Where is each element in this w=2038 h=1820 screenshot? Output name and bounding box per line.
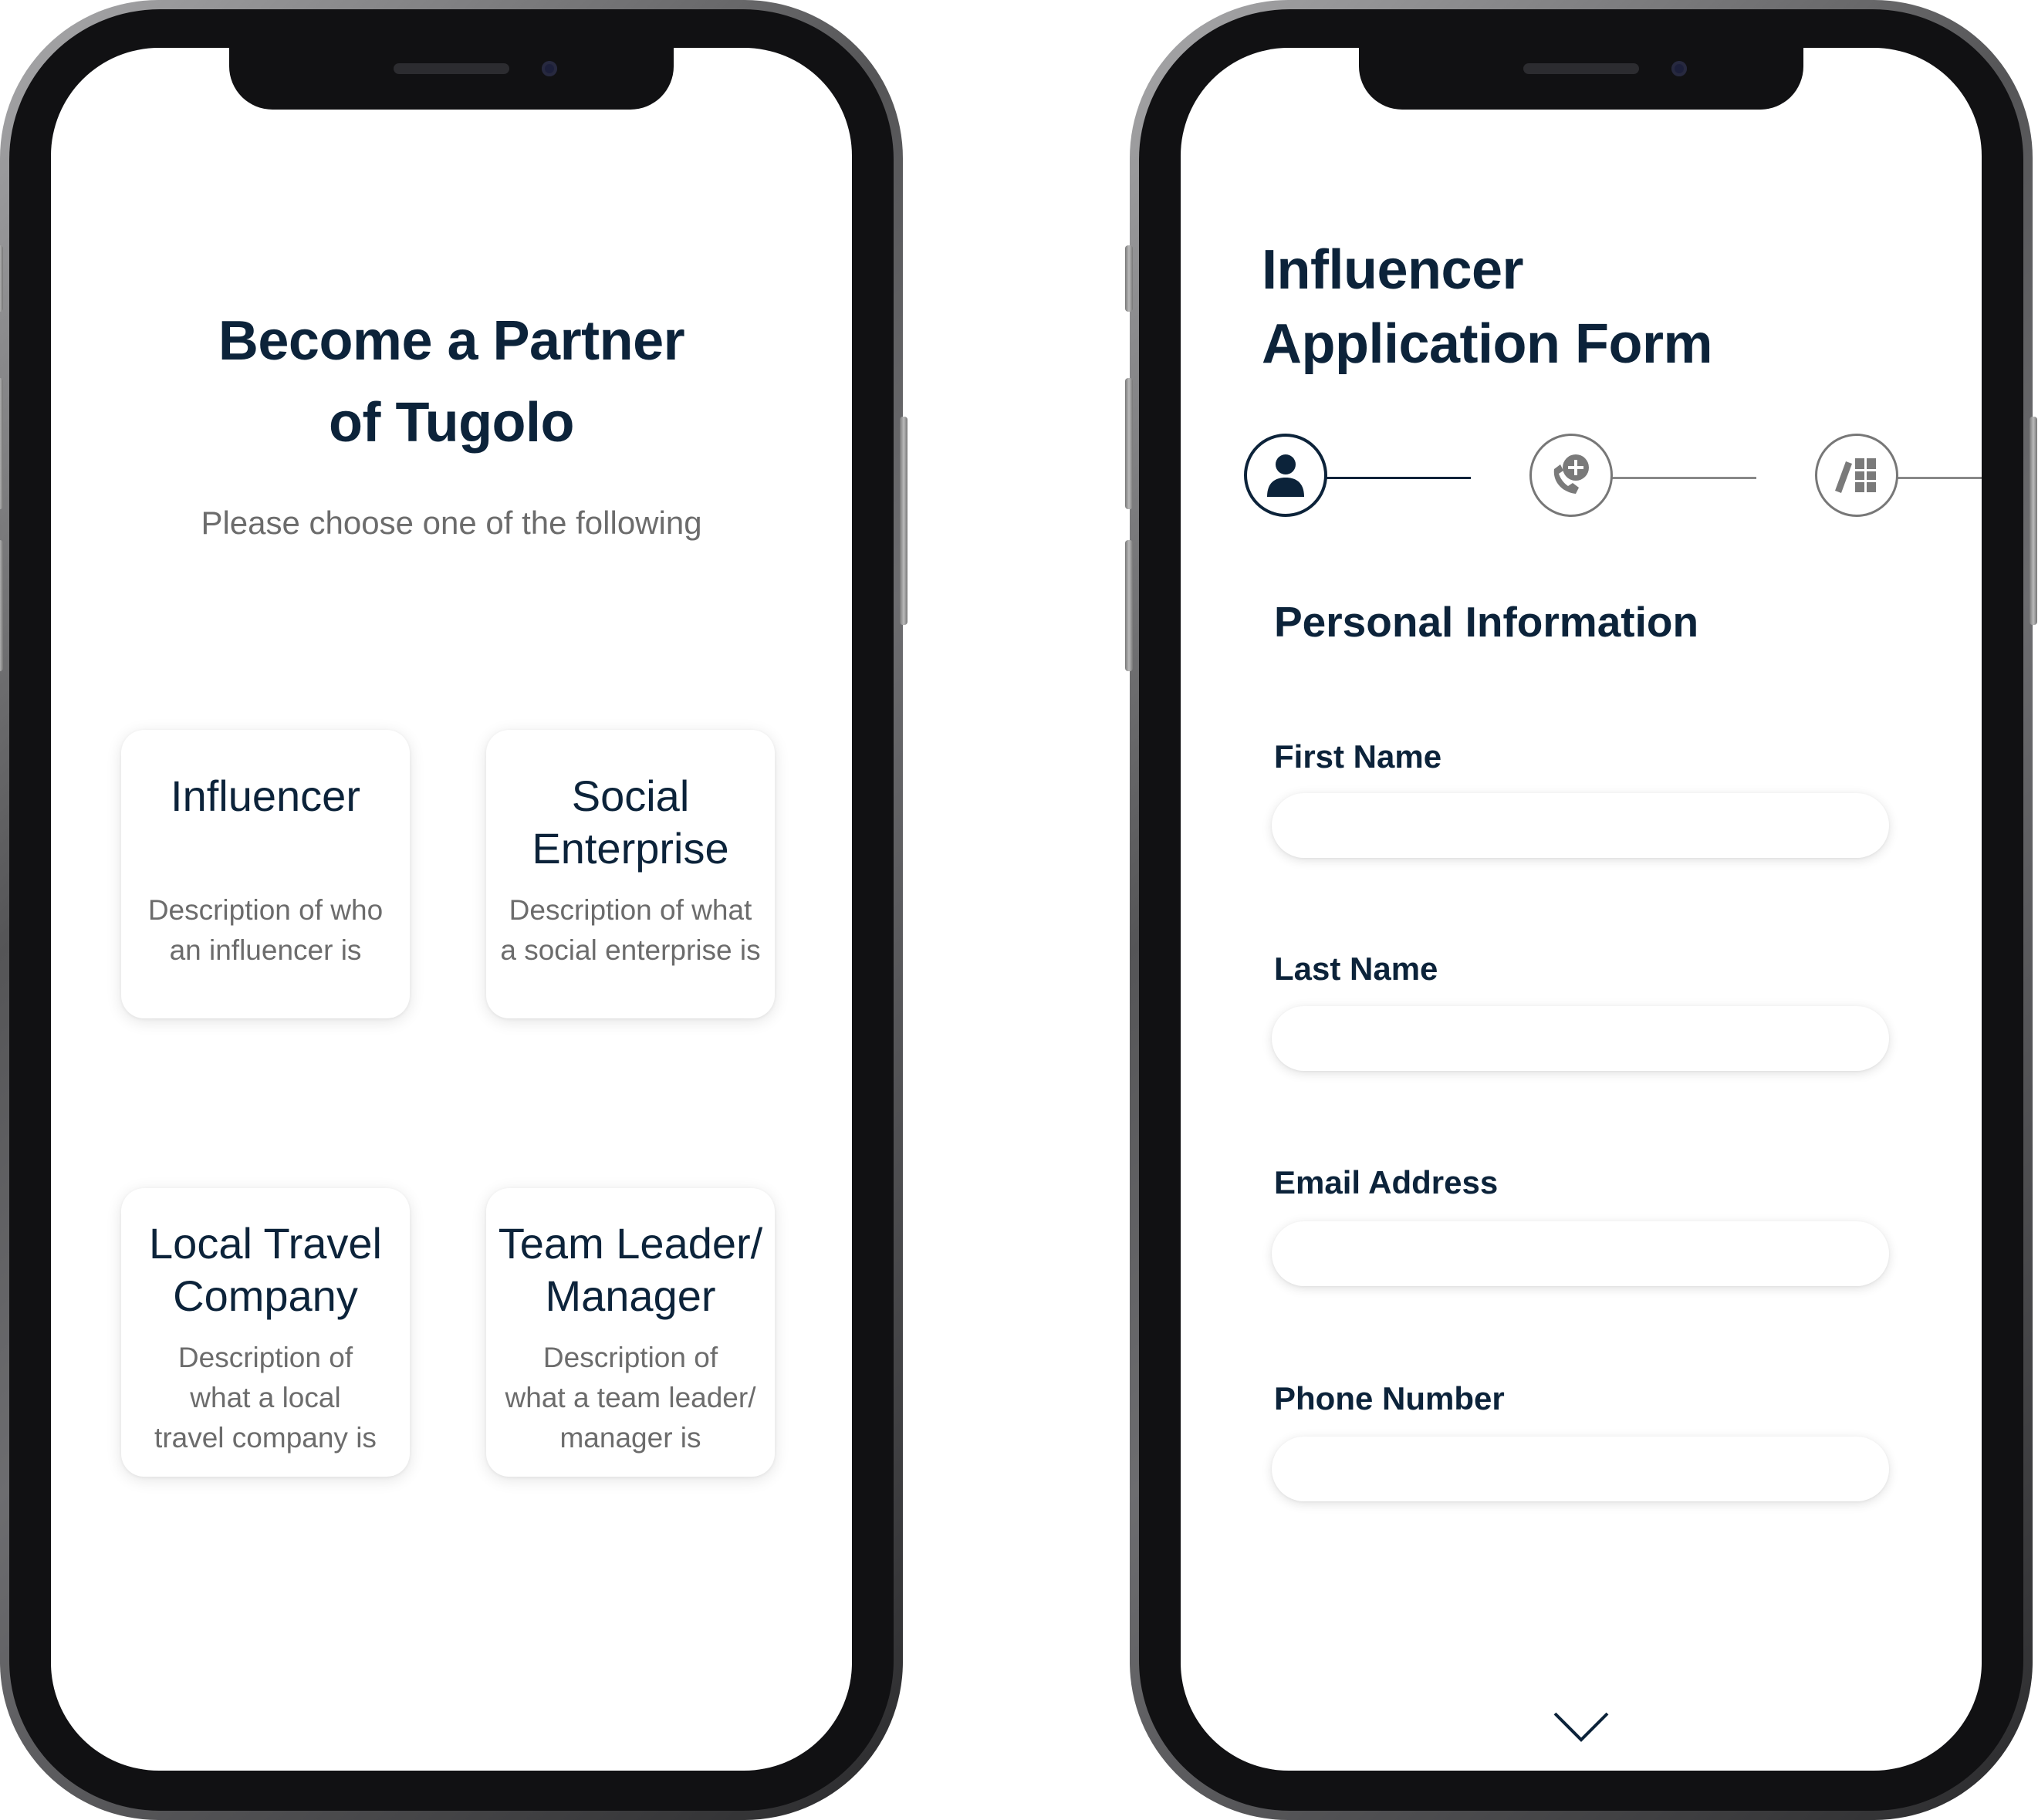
phone-bezel: Become a Partner of Tugolo Please choose… — [9, 9, 894, 1811]
speaker-grille — [1523, 63, 1639, 74]
last-name-label: Last Name — [1274, 951, 1438, 987]
notch — [1359, 48, 1803, 110]
email-address-input[interactable] — [1272, 1221, 1889, 1286]
volume-down-button — [0, 540, 3, 671]
last-name-input[interactable] — [1272, 1006, 1889, 1071]
partner-card-team-leader-manager[interactable]: Team Leader/ Manager Description of what… — [486, 1188, 775, 1477]
email-address-label: Email Address — [1274, 1164, 1499, 1200]
card-description: Description of what a social enterprise … — [500, 894, 761, 966]
phone-frame-left: Become a Partner of Tugolo Please choose… — [0, 0, 907, 1820]
partner-selection-screen: Become a Partner of Tugolo Please choose… — [51, 48, 852, 1771]
phone-number-input[interactable] — [1272, 1437, 1889, 1501]
phone-number-label: Phone Number — [1274, 1380, 1505, 1416]
mockup-canvas: Become a Partner of Tugolo Please choose… — [0, 0, 2038, 1820]
application-form-screen: Influencer Application Form Personal Inf… — [1181, 48, 1982, 1771]
notch — [229, 48, 674, 110]
scroll-down-button[interactable] — [1552, 1710, 1610, 1748]
step-contact-info[interactable] — [1529, 434, 1613, 517]
speaker-grille — [394, 63, 509, 74]
power-button — [2030, 417, 2037, 625]
phone-bezel: Influencer Application Form Personal Inf… — [1139, 9, 2023, 1811]
first-name-input[interactable] — [1272, 793, 1889, 858]
partner-card-influencer[interactable]: Influencer Description of who an influen… — [121, 730, 410, 1018]
form-stepper — [1181, 434, 1982, 526]
card-title: Social Enterprise — [532, 772, 729, 873]
step-documents[interactable] — [1815, 434, 1898, 517]
card-title: Local Travel Company — [149, 1219, 382, 1320]
first-name-label: First Name — [1274, 738, 1442, 775]
phone-frame-right: Influencer Application Form Personal Inf… — [1125, 0, 2037, 1820]
mute-switch — [1125, 245, 1133, 312]
person-icon — [1267, 454, 1304, 497]
page-title: Become a Partner of Tugolo — [218, 310, 685, 454]
power-button — [900, 417, 907, 625]
chevron-down-icon — [1553, 1712, 1609, 1742]
partner-card-social-enterprise[interactable]: Social Enterprise Description of what a … — [486, 730, 775, 1018]
card-description: Description of who an influencer is — [147, 894, 384, 966]
volume-down-button — [1125, 540, 1133, 671]
card-title: Influencer — [171, 772, 360, 820]
front-camera — [1671, 61, 1687, 76]
books-icon — [1835, 458, 1876, 493]
volume-up-button — [1125, 378, 1133, 509]
card-description: Description of what a team leader/ manag… — [505, 1342, 756, 1454]
volume-up-button — [0, 378, 3, 509]
section-title: Personal Information — [1274, 598, 1699, 646]
front-camera — [542, 61, 557, 76]
phone-add-icon — [1553, 454, 1589, 494]
page-subtitle: Please choose one of the following — [201, 505, 702, 541]
card-description: Description of what a local travel compa… — [154, 1342, 377, 1454]
mute-switch — [0, 245, 3, 312]
partner-card-local-travel-company[interactable]: Local Travel Company Description of what… — [121, 1188, 410, 1477]
card-title: Team Leader/ Manager — [498, 1219, 763, 1320]
step-personal-info[interactable] — [1244, 434, 1327, 517]
form-title: Influencer Application Form — [1262, 239, 1713, 375]
